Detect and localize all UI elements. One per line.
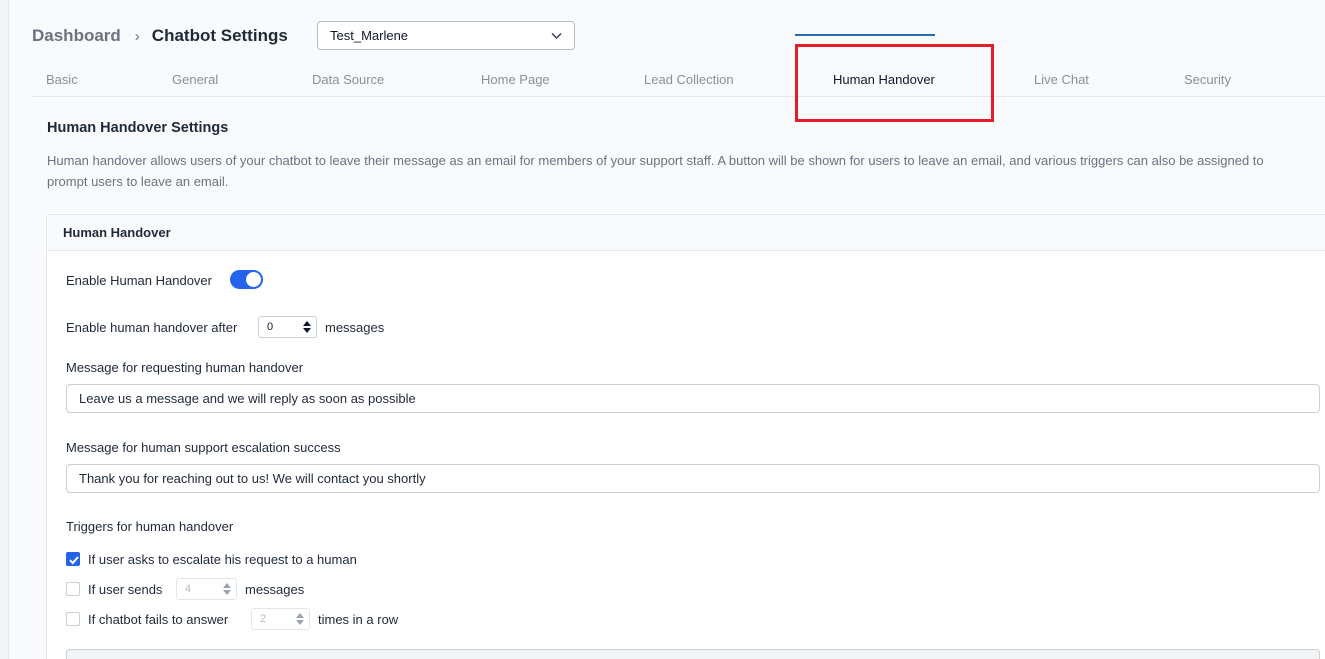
breadcrumb-separator: › xyxy=(134,27,140,45)
card-header: Human Handover xyxy=(47,215,1325,251)
section-title: Human Handover Settings xyxy=(47,120,229,136)
tab-general[interactable]: General xyxy=(172,72,218,87)
chevron-down-icon xyxy=(551,32,562,40)
handover-after-stepper[interactable]: 0 xyxy=(258,316,317,338)
settings-page: Dashboard › Chatbot Settings Test_Marlen… xyxy=(9,0,1325,659)
section-description: Human handover allows users of your chat… xyxy=(47,153,1264,189)
user-sends-stepper[interactable]: 4 xyxy=(176,578,237,600)
handover-after-suffix: messages xyxy=(325,320,385,335)
success-message-label: Message for human support escalation suc… xyxy=(66,440,341,455)
spinner-arrows-icon[interactable] xyxy=(302,319,312,335)
user-sends-label: If user sends xyxy=(88,582,163,597)
chatbot-fails-stepper[interactable]: 2 xyxy=(251,608,310,630)
chatbot-fails-value: 2 xyxy=(260,613,267,625)
tab-security[interactable]: Security xyxy=(1184,72,1231,87)
success-message-input[interactable]: Thank you for reaching out to us! We wil… xyxy=(66,464,1320,493)
request-message-label: Message for requesting human handover xyxy=(66,360,304,375)
left-edge-strip xyxy=(0,0,9,659)
tab-lead-collection[interactable]: Lead Collection xyxy=(644,72,734,87)
handover-after-value: 0 xyxy=(267,321,274,333)
spinner-arrows-icon[interactable] xyxy=(222,581,232,597)
triggers-label: Triggers for human handover xyxy=(66,519,234,534)
settings-tabs: Basic General Data Source Home Page Lead… xyxy=(32,60,1325,97)
handover-after-label: Enable human handover after xyxy=(66,320,238,335)
page-title: Chatbot Settings xyxy=(151,26,288,45)
enable-handover-label: Enable Human Handover xyxy=(66,273,212,288)
tab-live-chat[interactable]: Live Chat xyxy=(1034,72,1089,87)
toggle-knob xyxy=(246,272,261,287)
enable-handover-toggle[interactable] xyxy=(230,270,263,289)
tab-home-page[interactable]: Home Page xyxy=(481,72,550,87)
user-sends-checkbox[interactable] xyxy=(66,582,80,596)
user-sends-value: 4 xyxy=(185,583,192,595)
chatbot-fails-checkbox[interactable] xyxy=(66,612,80,626)
chatbot-fails-label: If chatbot fails to answer xyxy=(88,612,229,627)
checkmark-icon xyxy=(69,556,79,565)
bottom-action-button[interactable] xyxy=(66,649,1320,659)
tab-basic[interactable]: Basic xyxy=(46,72,78,87)
tab-data-source[interactable]: Data Source xyxy=(312,72,384,87)
chatbot-select[interactable]: Test_Marlene xyxy=(317,21,575,50)
escalate-label: If user asks to escalate his request to … xyxy=(88,552,357,567)
user-sends-suffix: messages xyxy=(245,582,305,597)
breadcrumb: Dashboard › Chatbot Settings xyxy=(32,21,288,51)
tab-human-handover[interactable]: Human Handover xyxy=(833,72,935,87)
breadcrumb-dashboard-link[interactable]: Dashboard xyxy=(32,26,121,46)
chatbot-select-value: Test_Marlene xyxy=(330,28,409,43)
chatbot-fails-suffix: times in a row xyxy=(318,612,399,627)
active-tab-indicator xyxy=(795,34,935,36)
spinner-arrows-icon[interactable] xyxy=(295,611,305,627)
human-handover-card: Human Handover Enable Human Handover Ena… xyxy=(46,214,1325,659)
escalate-checkbox[interactable] xyxy=(66,552,80,566)
request-message-input[interactable]: Leave us a message and we will reply as … xyxy=(66,384,1320,413)
